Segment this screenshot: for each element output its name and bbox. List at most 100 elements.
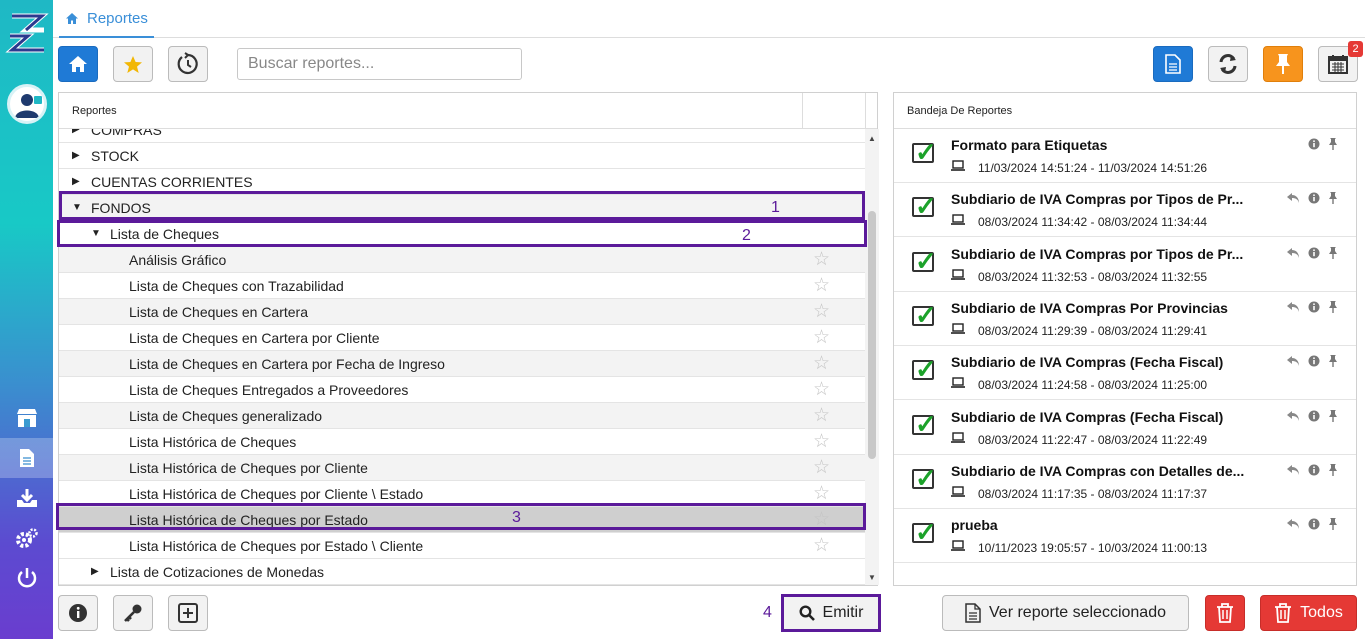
caret-down-icon[interactable]: ▼ [91, 228, 101, 239]
report-inbox-item[interactable]: ✓ Subdiario de IVA Compras con Detalles d… [894, 455, 1356, 509]
report-inbox-item[interactable]: ✓ Subdiario de IVA Compras (Fecha Fiscal)… [894, 401, 1356, 455]
info-icon[interactable] [1308, 410, 1320, 425]
info-icon[interactable] [1308, 138, 1320, 153]
download-icon[interactable] [0, 478, 53, 518]
app-logo[interactable] [4, 10, 50, 56]
caret-right-icon[interactable]: ▶ [91, 566, 99, 577]
caret-right-icon[interactable]: ▶ [72, 129, 80, 135]
favorite-star-icon[interactable]: ☆ [813, 482, 830, 505]
caret-right-icon[interactable]: ▶ [72, 150, 80, 161]
favorite-star-icon[interactable]: ☆ [813, 274, 830, 297]
report-item[interactable]: Análisis Gráfico ☆ [59, 247, 865, 273]
info-icon[interactable] [1308, 192, 1320, 207]
completed-check-icon[interactable]: ✓ [912, 300, 937, 330]
info-icon[interactable] [1308, 464, 1320, 479]
report-inbox-item[interactable]: ✓ Subdiario de IVA Compras Por Provincias… [894, 292, 1356, 346]
pin-icon[interactable] [1328, 354, 1338, 371]
delete-all-button[interactable]: Todos [1260, 595, 1357, 631]
pin-icon[interactable] [1328, 300, 1338, 317]
completed-check-icon[interactable]: ✓ [912, 409, 937, 439]
pin-icon[interactable] [1328, 517, 1338, 534]
store-icon[interactable] [0, 398, 53, 438]
reply-icon[interactable] [1286, 192, 1300, 207]
completed-check-icon[interactable]: ✓ [912, 354, 937, 384]
reply-icon[interactable] [1286, 518, 1300, 533]
report-inbox-item[interactable]: ✓ prueba 10/11/2023 19:05:57 - 10/03/2024 … [894, 509, 1356, 564]
pin-button[interactable] [1263, 46, 1303, 82]
reply-icon[interactable] [1286, 247, 1300, 262]
report-item[interactable]: Lista de Cheques con Trazabilidad ☆ [59, 273, 865, 299]
reply-icon[interactable] [1286, 464, 1300, 479]
completed-check-icon[interactable]: ✓ [912, 463, 937, 493]
scroll-down-icon[interactable]: ▼ [868, 573, 876, 582]
favorite-star-icon[interactable]: ☆ [813, 378, 830, 401]
completed-check-icon[interactable]: ✓ [912, 137, 937, 167]
favorite-star-icon[interactable]: ☆ [813, 404, 830, 427]
info-button[interactable] [58, 595, 98, 631]
report-item[interactable]: Lista Histórica de Cheques por Cliente \… [59, 481, 865, 507]
report-item[interactable]: Lista de Cheques en Cartera ☆ [59, 299, 865, 325]
report-item[interactable]: Lista Histórica de Cheques ☆ [59, 429, 865, 455]
report-item[interactable]: Lista Histórica de Cheques por Cliente ☆ [59, 455, 865, 481]
info-icon[interactable] [1308, 247, 1320, 262]
tab-reportes[interactable]: Reportes [59, 0, 154, 38]
info-icon[interactable] [1308, 301, 1320, 316]
report-inbox-item[interactable]: ✓ Subdiario de IVA Compras por Tipos de P… [894, 238, 1356, 292]
settings-icon[interactable] [0, 518, 53, 558]
tree-folder[interactable]: ▶ CUENTAS CORRIENTES [59, 169, 865, 195]
pin-icon[interactable] [1328, 191, 1338, 208]
caret-right-icon[interactable]: ▶ [72, 176, 80, 187]
favorite-star-icon[interactable]: ☆ [813, 534, 830, 557]
favorite-star-icon[interactable]: ☆ [813, 430, 830, 453]
tree-scrollbar[interactable]: ▲ ▼ [865, 129, 879, 585]
report-inbox-item[interactable]: ✓ Formato para Etiquetas 11/03/2024 14:51:… [894, 129, 1356, 183]
pin-icon[interactable] [1328, 246, 1338, 263]
tree-folder[interactable]: ▶ STOCK [59, 143, 865, 169]
scroll-up-icon[interactable]: ▲ [868, 134, 876, 143]
info-icon[interactable] [1308, 518, 1320, 533]
document-icon[interactable] [0, 438, 53, 478]
pin-icon[interactable] [1328, 137, 1338, 154]
pin-icon[interactable] [1328, 409, 1338, 426]
search-input[interactable] [237, 48, 522, 80]
report-inbox-item[interactable]: ✓ Subdiario de IVA Compras por Tipos de P… [894, 183, 1356, 238]
reply-icon[interactable] [1286, 301, 1300, 316]
add-button[interactable] [168, 595, 208, 631]
tree-folder[interactable]: ▶ Lista de Cotizaciones de Monedas [59, 559, 865, 585]
favorite-star-icon[interactable]: ☆ [813, 456, 830, 479]
favorite-star-icon[interactable]: ☆ [813, 508, 830, 531]
favorites-button[interactable] [113, 46, 153, 82]
reports-view-button[interactable] [1153, 46, 1193, 82]
power-icon[interactable] [0, 558, 53, 598]
tree-folder[interactable]: ▶ COMPRAS [59, 129, 865, 143]
pin-icon[interactable] [1328, 463, 1338, 480]
report-item[interactable]: Lista de Cheques en Cartera por Cliente ☆ [59, 325, 865, 351]
completed-check-icon[interactable]: ✓ [912, 517, 937, 547]
info-icon[interactable] [1308, 355, 1320, 370]
caret-down-icon[interactable]: ▼ [72, 202, 82, 213]
favorite-star-icon[interactable]: ☆ [813, 300, 830, 323]
emitir-button[interactable]: Emitir [781, 594, 881, 632]
report-item[interactable]: Lista Histórica de Cheques por Estado \ … [59, 533, 865, 559]
key-button[interactable] [113, 595, 153, 631]
favorite-star-icon[interactable]: ☆ [813, 326, 830, 349]
history-button[interactable] [168, 46, 208, 82]
delete-button[interactable] [1205, 595, 1245, 631]
home-button[interactable] [58, 46, 98, 82]
completed-check-icon[interactable]: ✓ [912, 191, 937, 221]
view-selected-report-button[interactable]: Ver reporte seleccionado [942, 595, 1189, 631]
reply-icon[interactable] [1286, 355, 1300, 370]
favorite-star-icon[interactable]: ☆ [813, 248, 830, 271]
report-item[interactable]: Lista de Cheques generalizado ☆ [59, 403, 865, 429]
reply-icon[interactable] [1286, 410, 1300, 425]
tree-folder[interactable]: ▼ FONDOS [59, 195, 865, 221]
report-item[interactable]: Lista Histórica de Cheques por Estado ☆ [59, 507, 865, 533]
favorite-star-icon[interactable]: ☆ [813, 352, 830, 375]
report-item[interactable]: Lista de Cheques Entregados a Proveedore… [59, 377, 865, 403]
report-inbox-item[interactable]: ✓ Subdiario de IVA Compras (Fecha Fiscal)… [894, 346, 1356, 401]
completed-check-icon[interactable]: ✓ [912, 246, 937, 276]
refresh-button[interactable] [1208, 46, 1248, 82]
calendar-button[interactable]: 2 [1318, 41, 1363, 82]
scrollbar-thumb[interactable] [868, 211, 876, 459]
user-avatar[interactable] [7, 84, 47, 124]
